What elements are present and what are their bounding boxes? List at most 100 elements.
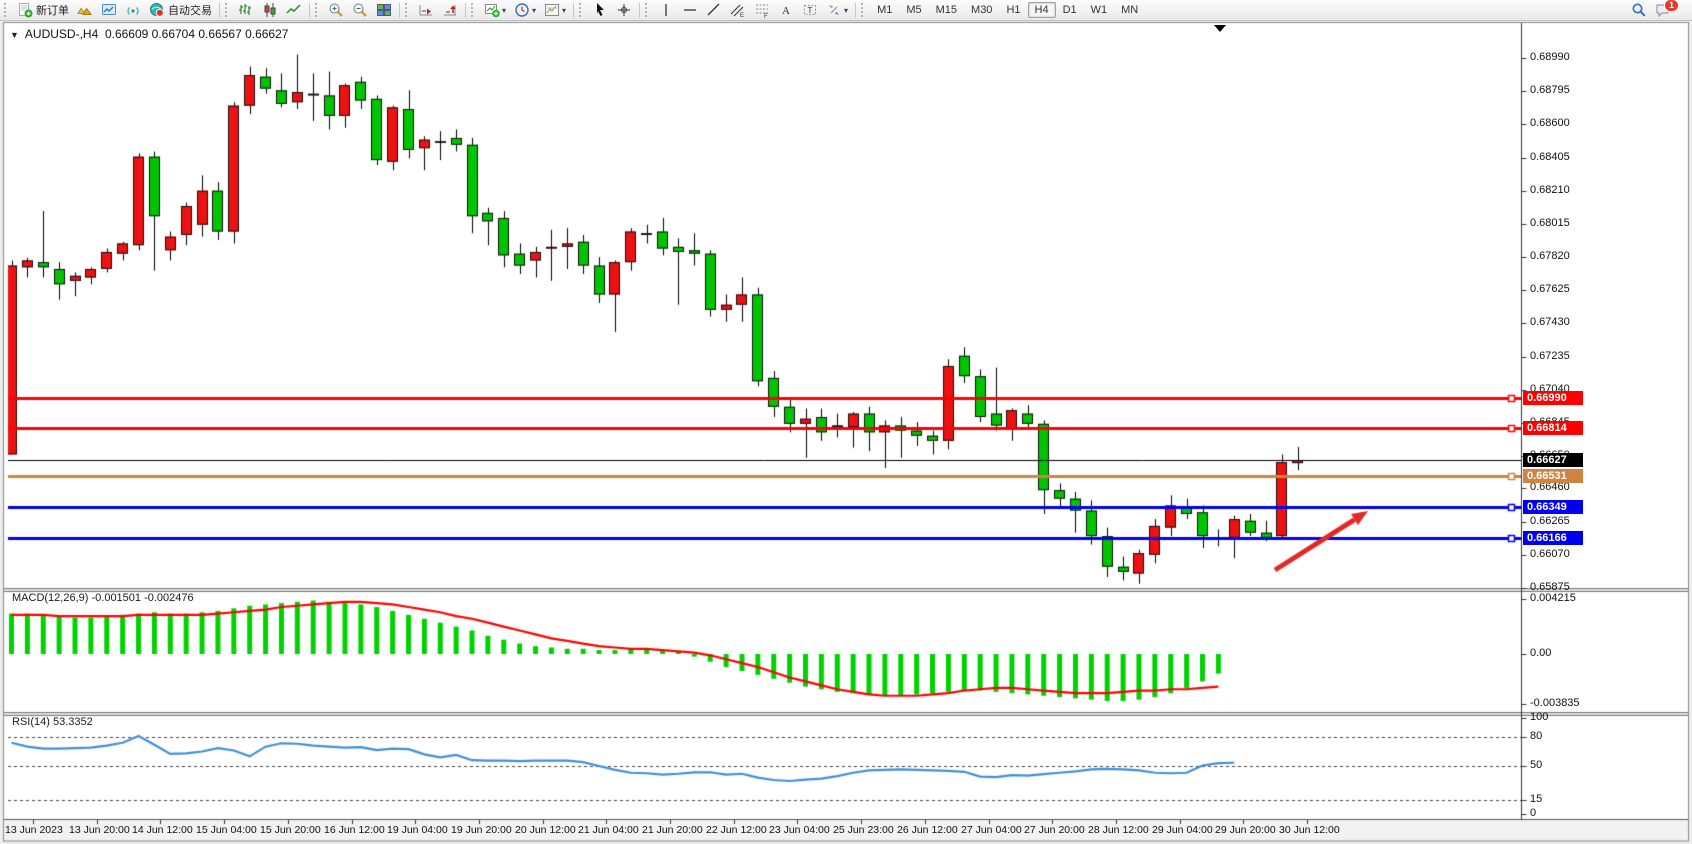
timeframe-m30-label: M30 — [971, 4, 992, 16]
timeframe-d1-label: D1 — [1063, 4, 1077, 16]
dropdown-caret-icon: ▾ — [532, 6, 536, 15]
zoom-out-button[interactable] — [348, 0, 372, 20]
timeframe-m15-label: M15 — [936, 4, 957, 16]
timeframe-w1[interactable]: W1 — [1084, 2, 1115, 18]
arrows-button[interactable]: ▾ — [822, 0, 852, 20]
signals-button[interactable] — [121, 0, 145, 20]
channel-button[interactable]: E — [726, 0, 750, 20]
timeframe-m15[interactable]: M15 — [929, 2, 964, 18]
toolbar-grip-handle[interactable] — [405, 3, 412, 17]
trendline-icon — [706, 2, 722, 18]
svg-text:F: F — [764, 14, 768, 18]
gold-icon — [77, 2, 93, 18]
text-button[interactable]: A — [774, 0, 798, 20]
timeframe-m5[interactable]: M5 — [899, 2, 928, 18]
fibonacci-button[interactable]: F — [750, 0, 774, 20]
svg-text:A: A — [782, 5, 790, 17]
horizontal-line-button[interactable] — [678, 0, 702, 20]
notifications-button[interactable]: 1 — [1651, 0, 1690, 20]
toolbar-separator — [465, 3, 466, 18]
timeframe-mn[interactable]: MN — [1114, 2, 1145, 18]
toolbar-grip-handle[interactable] — [4, 3, 11, 17]
zoom-in-button[interactable] — [324, 0, 348, 20]
community-icon — [101, 2, 117, 18]
dropdown-caret-icon: ▾ — [562, 6, 566, 15]
svg-text:E: E — [740, 13, 744, 18]
dropdown-caret-icon: ▾ — [502, 6, 506, 15]
timeframe-h4-label: H4 — [1035, 4, 1049, 16]
tile-windows-button[interactable] — [372, 0, 396, 20]
search-button[interactable] — [1627, 0, 1651, 20]
toolbar-separator — [219, 3, 220, 18]
hline-icon — [682, 2, 698, 18]
toolbar: 新订单 自动交易 ▾ ▾ ▾ E F A T ▾ M1 M5 M15 M30 H1 H4 D1 W1 MN 1 — [0, 0, 1692, 21]
mt4-terminal: 新订单自动交易▾▾▾EFAT▾M1M5M15M30H1H4D1W1MN1 ▼AU… — [0, 0, 1692, 844]
crosshair-icon — [616, 2, 632, 18]
toolbar-separator — [855, 3, 856, 18]
autotrading-button-label: 自动交易 — [168, 2, 212, 18]
arrows-icon — [826, 2, 842, 18]
line-icon — [286, 2, 302, 18]
bar-chart-button[interactable] — [234, 0, 258, 20]
timeframe-m1-label: M1 — [877, 4, 892, 16]
toolbar-grip-handle[interactable] — [579, 3, 586, 17]
signal-icon — [125, 2, 141, 18]
toolbar-separator — [573, 3, 574, 18]
new-order-button[interactable]: 新订单 — [13, 0, 73, 20]
add-indicator-icon — [484, 2, 500, 18]
timeframe-h1-label: H1 — [1006, 4, 1020, 16]
autoscroll-icon — [418, 2, 434, 18]
dropdown-caret-icon: ▾ — [844, 6, 848, 15]
cursor-button[interactable] — [588, 0, 612, 20]
auto-scroll-button[interactable] — [414, 0, 438, 20]
price-chart-canvas[interactable] — [0, 0, 1692, 844]
crosshair-button[interactable] — [612, 0, 636, 20]
toolbar-grip-handle[interactable] — [645, 3, 652, 17]
periods-button[interactable]: ▾ — [510, 0, 540, 20]
toolbar-grip-handle[interactable] — [861, 3, 868, 17]
indicators-button[interactable]: ▾ — [480, 0, 510, 20]
cursor-icon — [592, 2, 608, 18]
vline-icon — [658, 2, 674, 18]
candles-icon — [262, 2, 278, 18]
line-chart-button[interactable] — [282, 0, 306, 20]
toolbar-grip-handle[interactable] — [315, 3, 322, 17]
timeframe-m1[interactable]: M1 — [870, 2, 899, 18]
deposit-button[interactable] — [73, 0, 97, 20]
template-icon — [544, 2, 560, 18]
timeframe-d1[interactable]: D1 — [1056, 2, 1084, 18]
zoom-in-icon — [328, 2, 344, 18]
toolbar-separator — [639, 3, 640, 18]
timeframe-h4[interactable]: H4 — [1028, 2, 1056, 18]
clock-icon — [514, 2, 530, 18]
tile-icon — [376, 2, 392, 18]
vertical-line-button[interactable] — [654, 0, 678, 20]
timeframe-m5-label: M5 — [906, 4, 921, 16]
trendline-button[interactable] — [702, 0, 726, 20]
toolbar-grip-handle[interactable] — [225, 3, 232, 17]
chart-shift-button[interactable] — [438, 0, 462, 20]
fibo-icon: F — [754, 2, 770, 18]
label-icon: T — [802, 2, 818, 18]
toolbar-separator — [399, 3, 400, 18]
timeframe-w1-label: W1 — [1091, 4, 1108, 16]
timeframe-m30[interactable]: M30 — [964, 2, 999, 18]
community-button[interactable] — [97, 0, 121, 20]
new-order-button-label: 新订单 — [36, 2, 69, 18]
channel-icon: E — [730, 2, 746, 18]
candlestick-chart-button[interactable] — [258, 0, 282, 20]
notification-badge: 1 — [1664, 0, 1679, 12]
label-button[interactable]: T — [798, 0, 822, 20]
timeframe-h1[interactable]: H1 — [999, 2, 1027, 18]
toolbar-grip-handle[interactable] — [471, 3, 478, 17]
zoom-out-icon — [352, 2, 368, 18]
toolbar-right-group: 1 — [1627, 0, 1690, 20]
templates-button[interactable]: ▾ — [540, 0, 570, 20]
timeframe-mn-label: MN — [1121, 4, 1138, 16]
autotrading-button[interactable]: 自动交易 — [145, 0, 216, 20]
new-order-icon — [17, 2, 33, 18]
search-icon — [1631, 2, 1647, 18]
bars-icon — [238, 2, 254, 18]
autotrade-icon — [149, 2, 165, 18]
svg-text:T: T — [808, 6, 813, 15]
